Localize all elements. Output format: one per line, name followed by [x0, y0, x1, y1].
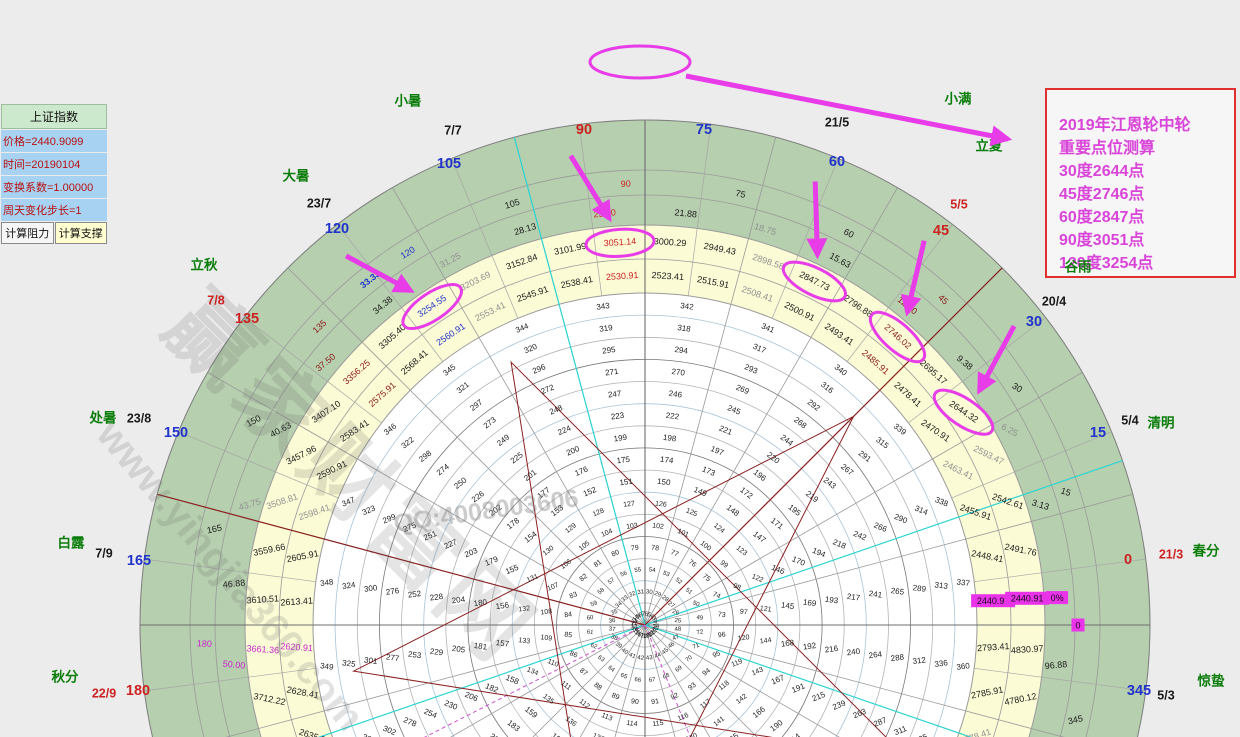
panel-field: 周天变化步长=1: [1, 199, 107, 221]
toolbar-separator: [337, 81, 338, 99]
p-number-icon: PN: [327, 54, 343, 68]
annotation-line: 45度2746点: [1059, 183, 1234, 206]
toolbar-label: 赢家服务: [840, 53, 888, 70]
winner-wheel-icon: ◉: [700, 54, 712, 68]
menu-item-帮助[interactable]: 帮助: [474, 23, 518, 44]
menu-item-资讯[interactable]: 资讯: [118, 23, 162, 44]
menu-items: 文件浏览资讯江恩公式选股设置工具窗口交易委托帮助: [30, 23, 518, 44]
prev-icon[interactable]: ◀: [6, 80, 28, 100]
cls-icon[interactable]: Cls: [281, 80, 307, 100]
t9-square-icon: T9: [479, 54, 495, 68]
tool-down-icon[interactable]: ▼: [78, 80, 100, 100]
annotation-line: 120度3254点: [1059, 252, 1234, 275]
menu-bar: 赢 文件浏览资讯江恩公式选股设置工具窗口交易委托帮助: [0, 22, 1240, 45]
calendar-icon[interactable]: 21: [309, 80, 331, 100]
annotation-line: 重要点位测算: [1059, 137, 1234, 160]
toolbar-label: 9P四方形: [265, 53, 316, 70]
select-target-icon[interactable]: ⌖: [488, 80, 510, 100]
toolbar-label: K线: [137, 53, 157, 70]
t-number-icon: TN: [561, 54, 577, 68]
toolbar-item-t-square[interactable]: T3 T四方形: [397, 50, 472, 73]
toolbar-item-blocks[interactable]: ▩ 板块: [59, 50, 112, 73]
quotes-grid-icon: ▦: [12, 54, 25, 68]
menu-logo-icon: 赢: [6, 23, 20, 43]
menu-item-窗口[interactable]: 窗口: [362, 23, 406, 44]
calc-resistance-button[interactable]: 计算阻力: [1, 222, 54, 244]
annotation-line: 60度2847点: [1059, 206, 1234, 229]
menu-item-交易委托[interactable]: 交易委托: [406, 23, 474, 44]
zoom-in-icon[interactable]: ⊕: [198, 80, 220, 100]
toolbar-label: 赢家轮: [716, 53, 752, 70]
close-x-icon[interactable]: ×: [464, 80, 486, 100]
menu-item-江恩[interactable]: 江恩: [162, 23, 206, 44]
next-icon[interactable]: ▶: [30, 80, 52, 100]
panel-buttons: 计算阻力计算支撑: [1, 222, 107, 244]
toolbar-item-gann-wheel[interactable]: ◎ 江恩轮: [630, 50, 694, 73]
p-square-icon: PS: [169, 54, 185, 68]
rect-tool-icon[interactable]: □: [344, 80, 366, 100]
annotation-line: 30度2644点: [1059, 160, 1234, 183]
toolbar-label: P数字表: [347, 53, 391, 70]
pan-up-icon[interactable]: ↑: [150, 80, 172, 100]
annotation-line: 2019年江恩轮中轮: [1059, 114, 1234, 137]
application-window: 赢 赢家江恩专业版[赢家服务平台] - [上证指数 江恩轮] 赢 文件浏览资讯江…: [0, 0, 1240, 737]
window-controls[interactable]: [1124, 4, 1230, 17]
t-square-icon: T3: [403, 54, 419, 68]
toolbar-item-kline[interactable]: K线: [113, 50, 163, 73]
toolbar-item-winner-wheel[interactable]: ◉ 赢家轮: [694, 50, 758, 73]
toolbar-item-p-number[interactable]: PN P数字表: [321, 50, 397, 73]
toolbar-label: T四方形: [423, 53, 466, 70]
toolbar-item-p9-square[interactable]: P9 9P四方形: [239, 50, 322, 73]
kline-icon: [119, 53, 133, 70]
triangle-tool-icon[interactable]: △: [368, 80, 390, 100]
calc-support-button[interactable]: 计算支撑: [55, 222, 108, 244]
toolbar-item-p-square[interactable]: PS P四方形: [163, 50, 239, 73]
annotation-line: 90度3051点: [1059, 229, 1234, 252]
rotate-cw-icon[interactable]: ↷: [392, 80, 414, 100]
text-height-icon[interactable]: T↕: [257, 80, 279, 100]
toolbar-label: 板块: [82, 53, 106, 70]
menu-item-工具[interactable]: 工具: [318, 23, 362, 44]
toolbar-main: ▦ 行情 ▩ 板块 K线 PS P四方形 P9 9P四方形 PN P数字表 T3 T四方形 T9 9T四方形…: [0, 45, 1240, 77]
blocks-icon: ▩: [65, 54, 78, 68]
toolbar-item-t9-square[interactable]: T9 9T四方形: [473, 50, 555, 73]
panel-rows: 价格=2440.9099时间=20190104变换系数=1.00000周天变化步…: [1, 130, 107, 221]
toolbar-item-quotes-grid[interactable]: ▦ 行情: [6, 50, 59, 73]
service-icon: $: [829, 54, 837, 68]
panel-field: 价格=2440.9099: [1, 130, 107, 152]
toolbar-label: 六角形: [781, 53, 817, 70]
zoom-out-icon[interactable]: ⊖: [222, 80, 244, 100]
toolbar-separator: [250, 81, 251, 99]
box-x-icon[interactable]: ⊠: [440, 80, 462, 100]
annotation-box: 2019年江恩轮中轮重要点位测算30度2644点45度2746点60度2847点…: [1045, 88, 1236, 278]
toolbar-label: 行情: [29, 53, 53, 70]
pan-right-icon[interactable]: →: [126, 80, 148, 100]
panel-field: 时间=20190104: [1, 153, 107, 175]
toolbar-label: 9T四方形: [499, 53, 549, 70]
app-logo-icon: 赢: [4, 4, 18, 18]
menu-item-公式选股[interactable]: 公式选股: [206, 23, 274, 44]
tool-up-icon[interactable]: ▲: [54, 80, 76, 100]
instrument-panel: 上证指数 价格=2440.9099时间=20190104变换系数=1.00000…: [1, 104, 107, 244]
toolbar-label: P四方形: [189, 53, 233, 70]
hexagon-icon: ◎: [764, 54, 776, 68]
menu-item-设置[interactable]: 设置: [274, 23, 318, 44]
toolbar-label: T数字表: [581, 53, 624, 70]
menu-item-浏览[interactable]: 浏览: [74, 23, 118, 44]
toolbar-item-hexagon[interactable]: ◎ 六角形: [758, 50, 822, 73]
p9-square-icon: P9: [245, 54, 261, 68]
toolbar-item-t-number[interactable]: TN T数字表: [555, 50, 630, 73]
rotate-ccw-icon[interactable]: ↶: [416, 80, 438, 100]
gann-wheel-icon: ◎: [636, 54, 648, 68]
pan-down-icon[interactable]: ↓: [174, 80, 196, 100]
pan-left-icon[interactable]: ←: [102, 80, 124, 100]
instrument-title: 上证指数: [1, 104, 107, 129]
menu-item-文件[interactable]: 文件: [30, 23, 74, 44]
window-titlebar[interactable]: 赢 赢家江恩专业版[赢家服务平台] - [上证指数 江恩轮]: [0, 0, 1240, 22]
panel-field: 变换系数=1.00000: [1, 176, 107, 198]
toolbar-label: 江恩轮: [652, 53, 688, 70]
window-title: 赢家江恩专业版[赢家服务平台] - [上证指数 江恩轮]: [23, 2, 290, 19]
toolbar-item-service[interactable]: $赢家服务: [823, 50, 895, 73]
